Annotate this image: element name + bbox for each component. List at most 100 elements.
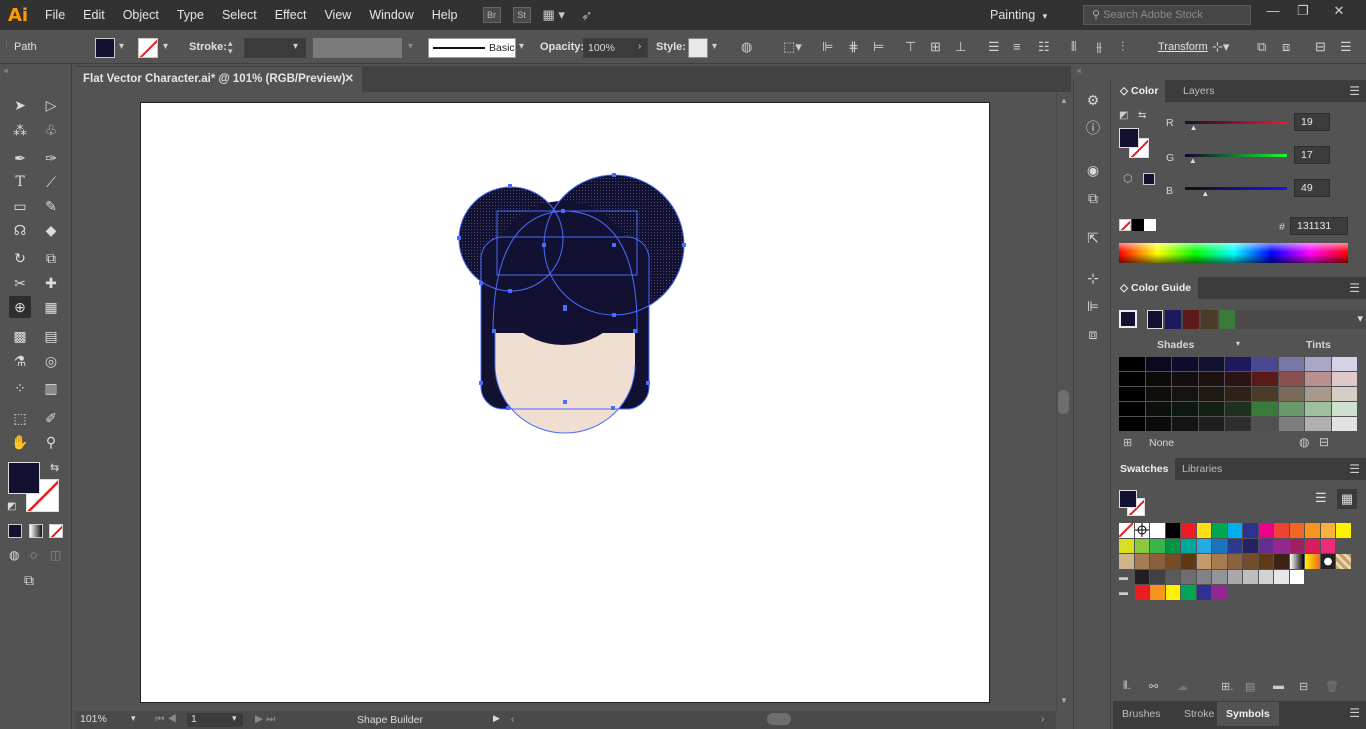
delete-swatch-icon[interactable]: 🗑 [1325,680,1339,693]
zoom-chevron-icon[interactable]: ▾ [131,713,136,724]
guide-color-cell[interactable] [1225,387,1251,401]
menu-help[interactable]: Help [423,0,467,30]
appearance-icon[interactable]: ◉ [1083,160,1103,180]
swatch-cell[interactable] [1258,523,1273,538]
guide-color-cell[interactable] [1305,417,1331,431]
stroke-swatch[interactable] [138,38,158,58]
swatch-cell[interactable] [1212,585,1227,600]
swatch-cell[interactable] [1274,569,1289,584]
swatch-cell[interactable] [1289,538,1304,553]
guide-color-cell[interactable] [1331,372,1358,386]
swatch-cell[interactable] [1134,554,1149,569]
symbol-sprayer-tool-icon[interactable]: ⁘ [9,377,31,399]
swatch-cell[interactable] [1227,523,1242,538]
menu-view[interactable]: View [315,0,360,30]
direct-selection-tool-icon[interactable]: ▷ [40,94,62,116]
guide-color-cell[interactable] [1172,387,1198,401]
menu-object[interactable]: Object [114,0,168,30]
gpu-performance-icon[interactable]: ➶ [581,7,593,24]
fill-dropdown-chevron-icon[interactable]: ▾ [119,41,124,52]
select-similar-icon[interactable]: ⧈ [1282,39,1290,55]
new-color-group-icon[interactable]: ▬ [1273,680,1284,692]
tab-stroke[interactable]: Stroke [1177,702,1221,726]
none-mode-icon[interactable] [49,524,63,538]
show-swatch-kinds-icon[interactable]: ⊞. [1221,680,1233,693]
swatch-cell[interactable] [1227,538,1242,553]
artboard-chevron-icon[interactable]: ▾ [232,713,237,724]
mesh-tool-icon[interactable]: ▩ [9,325,31,347]
eraser-tool-icon[interactable]: ◆ [40,219,62,241]
swatch-options-icon[interactable]: ▤ [1245,680,1255,693]
guide-color-cell[interactable] [1252,372,1278,386]
puppet-warp-tool-icon[interactable]: ✚ [40,272,62,294]
place-swatch-icon[interactable]: ⚯ [1149,680,1158,693]
swatch-cell[interactable] [1196,523,1211,538]
guide-color-cell[interactable] [1225,357,1251,371]
color-mode-icon[interactable] [8,524,22,538]
info-icon[interactable]: ⓘ [1083,118,1103,138]
swatch-cell[interactable]: ▬ [1119,585,1134,600]
selection-tool-icon[interactable]: ➤ [9,94,31,116]
swatch-cell[interactable] [1212,523,1227,538]
guide-color-cell[interactable] [1172,357,1198,371]
column-graph-tool-icon[interactable]: ▥ [40,377,62,399]
lasso-tool-icon[interactable]: ♧ [40,119,62,141]
transform-link[interactable]: Transform [1158,31,1208,64]
swap-fill-stroke-icon[interactable]: ⇆ [50,461,59,474]
properties-icon[interactable]: ⚙ [1083,90,1103,110]
swatch-cell[interactable] [1196,554,1211,569]
rotate-tool-icon[interactable]: ↻ [9,247,31,269]
white-color-button[interactable] [1144,219,1156,231]
guide-color-cell[interactable] [1331,402,1358,416]
graphic-styles-icon[interactable]: ⧉ [1083,188,1103,208]
default-colors-icon[interactable]: ◩ [1119,110,1128,121]
out-of-gamut-icon[interactable]: ⬡ [1123,172,1133,185]
swatch-cell[interactable] [1165,554,1180,569]
swatch-grid[interactable]: ▬ ▬ [1118,522,1359,603]
tab-swatches[interactable]: Swatches [1113,458,1176,480]
distribute-left-icon[interactable]: ⫴ [1071,39,1076,55]
align-vertical-center-icon[interactable]: ⊞ [930,39,941,55]
tab-symbols[interactable]: Symbols [1217,702,1279,726]
guide-color-cell[interactable] [1225,372,1251,386]
swatch-cell[interactable] [1320,538,1335,553]
blend-tool-icon[interactable]: ◎ [40,350,62,372]
guide-color-cell[interactable] [1198,387,1225,401]
artboard-tool-icon[interactable]: ⬚ [9,407,31,429]
swatch-cell[interactable] [1320,523,1335,538]
perspective-grid-tool-icon[interactable]: ▦ [40,296,62,318]
new-swatch-icon[interactable]: ⊟ [1299,680,1308,693]
swatch-fill-box[interactable] [1119,490,1137,508]
swatch-cell[interactable] [1165,569,1180,584]
guide-color-cell[interactable] [1252,402,1278,416]
curvature-tool-icon[interactable]: ✑ [40,147,62,169]
scale-tool-icon[interactable]: ⧉ [40,247,62,269]
swatch-cell[interactable] [1336,523,1351,538]
swatch-cell[interactable] [1150,538,1165,553]
pathfinder-icon[interactable]: ⧈ [1083,324,1103,344]
magic-wand-tool-icon[interactable]: ⁂ [9,119,31,141]
guide-color-cell[interactable] [1225,402,1251,416]
swatch-cell[interactable] [1274,538,1289,553]
guide-color-cell[interactable] [1278,387,1305,401]
artboard[interactable] [140,102,990,703]
draw-normal-icon[interactable]: ◍ [9,548,19,562]
menu-effect[interactable]: Effect [266,0,316,30]
swatch-cell[interactable] [1243,569,1258,584]
pen-tool-icon[interactable]: ✒ [9,147,31,169]
swatch-cell[interactable] [1196,538,1211,553]
swatch-cell[interactable] [1165,538,1180,553]
swatch-cell[interactable] [1150,523,1165,538]
fill-color-box[interactable] [8,462,40,494]
harmony-color-4[interactable] [1201,310,1217,329]
guide-color-cell[interactable] [1198,357,1225,371]
restore-button[interactable]: ❐ [1289,0,1317,22]
swatch-cell[interactable]: ▬ [1119,569,1134,584]
align-bottom-icon[interactable]: ⊥ [955,39,966,55]
swatch-cell[interactable] [1227,569,1242,584]
distribute-horizontal-center-icon[interactable]: ⫵ [1096,39,1102,55]
scroll-up-icon[interactable]: ▲ [1060,96,1068,105]
brush-definition-dropdown[interactable]: Basic [428,38,516,58]
document-tab[interactable]: Flat Vector Character.ai* @ 101% (RGB/Pr… [75,67,362,92]
cc-library-icon[interactable]: ☁ [1177,680,1188,693]
